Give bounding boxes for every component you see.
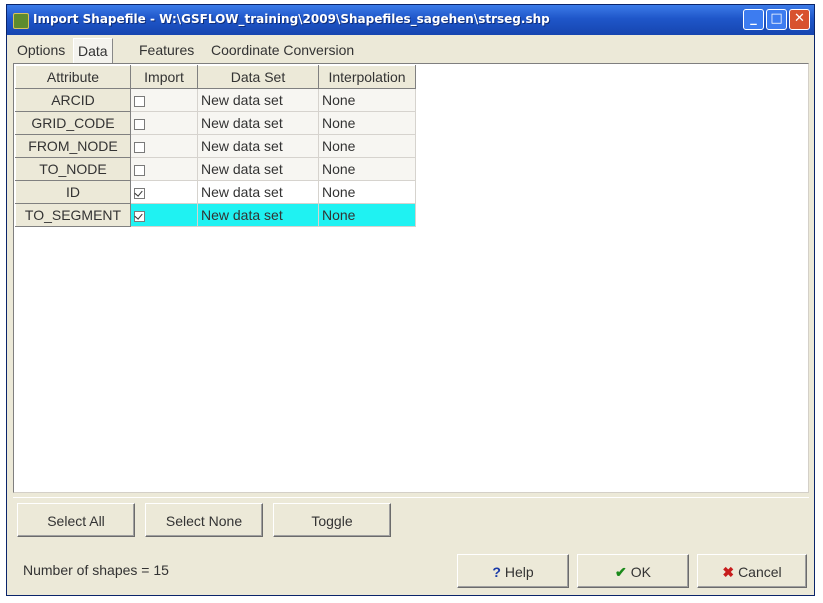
grid-header-row: Attribute Import Data Set Interpolation [15, 65, 416, 89]
import-shapefile-window: Import Shapefile - W:\GSFLOW_training\20… [6, 4, 815, 596]
tab-features[interactable]: Features [135, 38, 198, 62]
data-set-cell[interactable]: New data set [197, 180, 319, 204]
import-cell[interactable] [130, 157, 198, 181]
select-none-button[interactable]: Select None [145, 503, 263, 537]
window-title: Import Shapefile - W:\GSFLOW_training\20… [33, 12, 550, 26]
import-checkbox-checked[interactable] [134, 210, 145, 222]
tab-options[interactable]: Options [13, 38, 69, 62]
interpolation-cell[interactable]: None [318, 203, 416, 227]
selection-button-row: Select All Select None Toggle [13, 497, 809, 542]
close-button[interactable]: ✕ [789, 9, 810, 30]
checkmark-icon: ✔ [615, 564, 627, 580]
tab-bar: Options Data Features Coordinate Convers… [7, 38, 814, 64]
data-set-cell[interactable]: New data set [197, 134, 319, 158]
help-button[interactable]: ? Help [457, 554, 569, 588]
ok-button[interactable]: ✔ OK [577, 554, 689, 588]
help-icon: ? [492, 564, 501, 580]
import-cell[interactable] [130, 180, 198, 204]
help-label: Help [504, 564, 534, 580]
cancel-button[interactable]: ✖ Cancel [697, 554, 807, 588]
cancel-label: Cancel [738, 564, 782, 580]
import-checkbox[interactable] [134, 141, 145, 153]
column-header-import[interactable]: Import [130, 65, 198, 89]
data-set-cell[interactable]: New data set [197, 203, 319, 227]
attribute-grid: Attribute Import Data Set Interpolation … [15, 65, 416, 227]
table-row[interactable]: ID New data set None [15, 180, 416, 204]
maximize-button[interactable]: □ [766, 9, 787, 30]
row-attribute-name[interactable]: TO_NODE [15, 157, 131, 181]
status-bar: Number of shapes = 15 ? Help ✔ OK ✖ Cancel [13, 550, 809, 592]
import-cell[interactable] [130, 134, 198, 158]
column-header-attribute[interactable]: Attribute [15, 65, 131, 89]
app-icon [13, 13, 29, 29]
cancel-x-icon: ✖ [722, 564, 735, 580]
column-header-interpolation[interactable]: Interpolation [318, 65, 416, 89]
row-attribute-name[interactable]: GRID_CODE [15, 111, 131, 135]
interpolation-cell[interactable]: None [318, 111, 416, 135]
import-checkbox[interactable] [134, 118, 145, 130]
ok-label: OK [630, 564, 651, 580]
select-all-button[interactable]: Select All [17, 503, 135, 537]
column-header-data-set[interactable]: Data Set [197, 65, 319, 89]
row-attribute-name[interactable]: TO_SEGMENT [15, 203, 131, 227]
import-cell[interactable] [130, 88, 198, 112]
import-checkbox[interactable] [134, 95, 145, 107]
title-bar[interactable]: Import Shapefile - W:\GSFLOW_training\20… [7, 5, 814, 35]
table-row[interactable]: TO_NODE New data set None [15, 157, 416, 181]
import-cell[interactable] [130, 203, 198, 227]
tab-data[interactable]: Data [73, 38, 113, 64]
table-row[interactable]: ARCID New data set None [15, 88, 416, 112]
import-checkbox[interactable] [134, 164, 145, 176]
data-set-cell[interactable]: New data set [197, 111, 319, 135]
import-cell[interactable] [130, 111, 198, 135]
interpolation-cell[interactable]: None [318, 157, 416, 181]
toggle-button[interactable]: Toggle [273, 503, 391, 537]
interpolation-cell[interactable]: None [318, 88, 416, 112]
interpolation-cell[interactable]: None [318, 180, 416, 204]
data-grid-panel: Attribute Import Data Set Interpolation … [13, 63, 809, 493]
table-row-selected[interactable]: TO_SEGMENT New data set None [15, 203, 416, 227]
import-checkbox-checked[interactable] [134, 187, 145, 199]
row-attribute-name[interactable]: ARCID [15, 88, 131, 112]
row-attribute-name[interactable]: ID [15, 180, 131, 204]
interpolation-cell[interactable]: None [318, 134, 416, 158]
shape-count-label: Number of shapes = 15 [23, 562, 169, 578]
table-row[interactable]: GRID_CODE New data set None [15, 111, 416, 135]
row-attribute-name[interactable]: FROM_NODE [15, 134, 131, 158]
table-row[interactable]: FROM_NODE New data set None [15, 134, 416, 158]
tab-coordinate-conversion[interactable]: Coordinate Conversion [207, 38, 358, 62]
data-set-cell[interactable]: New data set [197, 157, 319, 181]
data-set-cell[interactable]: New data set [197, 88, 319, 112]
minimize-button[interactable]: _ [743, 9, 764, 30]
